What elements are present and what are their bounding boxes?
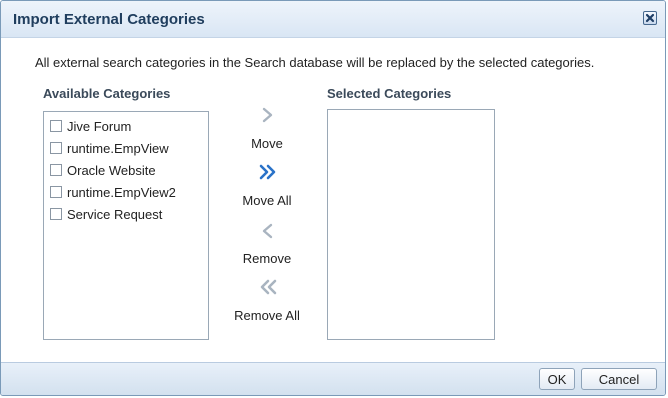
list-item-runtime-empview[interactable]: runtime.EmpView (50, 139, 169, 157)
remove-all-button[interactable]: Remove All (217, 308, 317, 323)
remove-icon[interactable] (258, 221, 278, 241)
list-item-runtime-empview2[interactable]: runtime.EmpView2 (50, 183, 176, 201)
ok-button[interactable]: OK (539, 368, 575, 390)
checkbox[interactable] (50, 142, 62, 154)
close-icon (645, 13, 655, 23)
move-icon[interactable] (258, 105, 278, 125)
list-item-label: Oracle Website (67, 162, 156, 178)
list-item-jive-forum[interactable]: Jive Forum (50, 117, 131, 135)
checkbox[interactable] (50, 164, 62, 176)
list-item-label: Service Request (67, 206, 163, 222)
checkbox[interactable] (50, 120, 62, 132)
list-item-oracle-website[interactable]: Oracle Website (50, 161, 156, 179)
selected-categories-list[interactable] (327, 109, 495, 340)
import-external-categories-dialog: Import External Categories All external … (0, 0, 666, 396)
dialog-description: All external search categories in the Se… (35, 55, 595, 70)
list-item-service-request[interactable]: Service Request (50, 205, 162, 223)
available-categories-list[interactable]: Jive Forum runtime.EmpView Oracle Websit… (43, 111, 209, 340)
move-all-button[interactable]: Move All (217, 193, 317, 208)
list-item-label: Jive Forum (67, 118, 132, 134)
remove-button[interactable]: Remove (217, 251, 317, 266)
cancel-button[interactable]: Cancel (581, 368, 657, 390)
dialog-titlebar: Import External Categories (1, 1, 665, 38)
list-item-label: runtime.EmpView2 (67, 184, 176, 200)
available-categories-heading: Available Categories (43, 86, 171, 101)
move-button[interactable]: Move (217, 136, 317, 151)
list-item-label: runtime.EmpView (67, 140, 169, 156)
close-button[interactable] (643, 11, 657, 25)
dialog-footer: OK Cancel (1, 362, 665, 395)
dialog-title: Import External Categories (13, 11, 205, 28)
remove-all-icon[interactable] (258, 277, 278, 297)
checkbox[interactable] (50, 186, 62, 198)
selected-categories-heading: Selected Categories (327, 86, 452, 101)
move-all-icon[interactable] (258, 162, 278, 182)
checkbox[interactable] (50, 208, 62, 220)
